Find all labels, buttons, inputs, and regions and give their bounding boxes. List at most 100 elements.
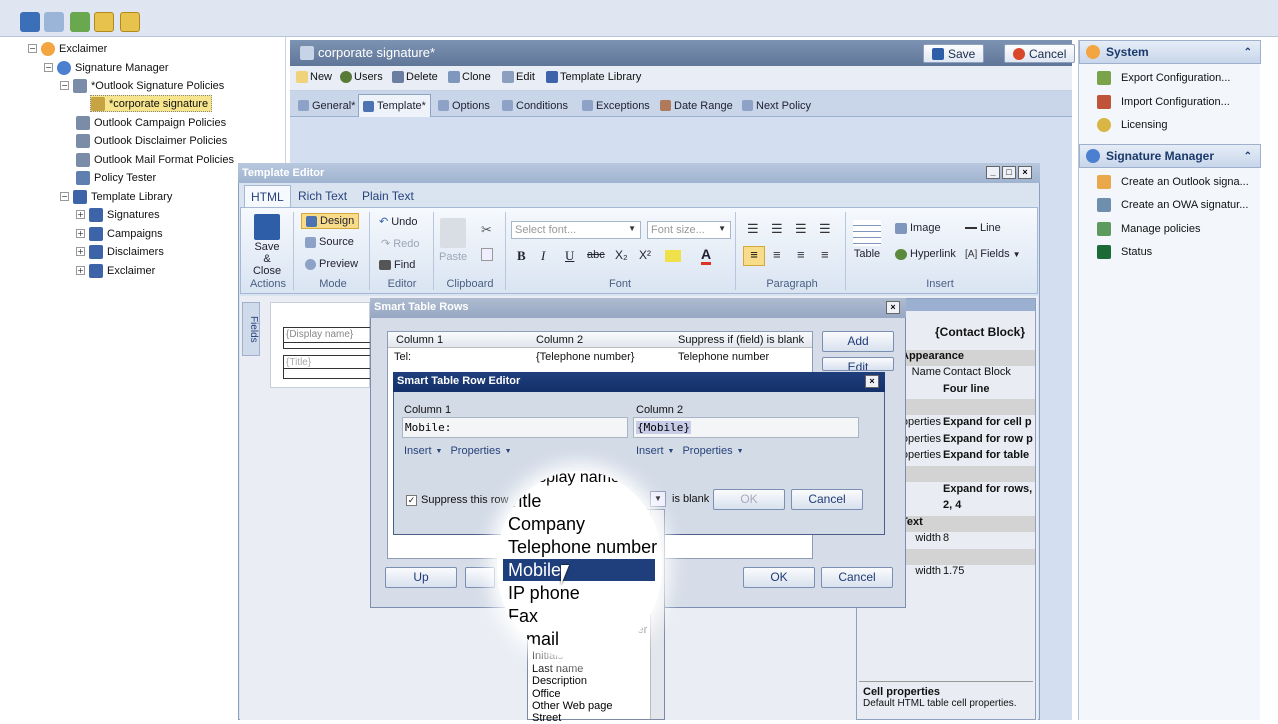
ok-button[interactable]: OK: [743, 567, 815, 588]
signature-manager-panel-header[interactable]: Signature Manager ⌃: [1079, 144, 1261, 168]
maximize-button[interactable]: □: [1002, 166, 1016, 179]
cancel-button[interactable]: Cancel: [791, 489, 863, 510]
tab-date-range[interactable]: Date Range: [656, 94, 737, 117]
decrease-indent-icon[interactable]: ☰: [795, 221, 807, 237]
column2-insert-menu[interactable]: Insert ▼ Properties ▼: [636, 445, 744, 457]
tab-general[interactable]: General*: [294, 94, 359, 117]
bullet-list-icon[interactable]: ☰: [771, 221, 783, 237]
save-close-button[interactable]: Save & Close: [251, 214, 283, 277]
delete-button[interactable]: Delete: [392, 71, 438, 83]
table-row[interactable]: Tel: {Telephone number} Telephone number: [388, 350, 812, 366]
tree-item-campaign-policies[interactable]: Outlook Campaign Policies: [76, 114, 226, 131]
template-library-button[interactable]: Template Library: [546, 71, 641, 83]
collapse-icon[interactable]: −: [28, 44, 37, 53]
tree-item-outlook-signature-policies[interactable]: − *Outlook Signature Policies: [60, 77, 224, 94]
tree-item-template-library[interactable]: − Template Library: [60, 188, 172, 205]
refresh-icon[interactable]: [70, 12, 90, 32]
tab-exceptions[interactable]: Exceptions: [578, 94, 654, 117]
users-button[interactable]: Users: [340, 71, 383, 83]
highlight-icon[interactable]: [665, 250, 681, 262]
align-center-icon[interactable]: ≡: [773, 247, 781, 262]
hyperlink-button[interactable]: Hyperlink: [895, 248, 956, 260]
list-item[interactable]: Telephone number: [508, 537, 657, 558]
tree-item-campaigns[interactable]: + Campaigns: [76, 225, 163, 242]
new-button[interactable]: New: [296, 71, 332, 83]
tree-item-policy-tester[interactable]: Policy Tester: [76, 169, 156, 186]
collapse-icon[interactable]: −: [60, 81, 69, 90]
list-item[interactable]: Last name: [532, 663, 583, 675]
tab-conditions[interactable]: Conditions: [498, 94, 572, 117]
create-outlook-signature-link[interactable]: Create an Outlook signa...: [1097, 172, 1249, 192]
ok-button[interactable]: OK: [713, 489, 785, 510]
justify-icon[interactable]: ≡: [821, 247, 829, 262]
minimize-button[interactable]: _: [986, 166, 1000, 179]
list-item[interactable]: IP phone: [508, 583, 580, 604]
list-item[interactable]: Other Web page: [532, 700, 613, 712]
align-left-icon[interactable]: ≡: [743, 246, 765, 266]
expand-icon[interactable]: +: [76, 210, 85, 219]
field-dropdown-button[interactable]: ▼: [650, 491, 666, 507]
status-link[interactable]: Status: [1097, 242, 1152, 262]
paste-button[interactable]: Paste: [439, 218, 467, 263]
fields-sidebar-tab[interactable]: Fields: [242, 302, 260, 356]
collapse-icon[interactable]: −: [44, 63, 53, 72]
superscript-button[interactable]: X²: [639, 248, 651, 262]
preview-button[interactable]: Preview: [305, 258, 358, 270]
underline-button[interactable]: U: [565, 248, 574, 264]
title-field[interactable]: {Title}: [283, 355, 371, 369]
list-item[interactable]: Description: [532, 675, 587, 687]
list-item[interactable]: E-mail: [508, 629, 559, 650]
template-canvas[interactable]: {Display name} {Title}: [270, 302, 371, 388]
list-item-mobile[interactable]: Mobile: [508, 560, 561, 581]
line-button[interactable]: Line: [965, 222, 1001, 234]
tree-item-signatures[interactable]: + Signatures: [76, 206, 160, 223]
expand-icon[interactable]: +: [76, 229, 85, 238]
tree-item-exclaimer[interactable]: − Exclaimer: [28, 40, 107, 57]
tab-options[interactable]: Options: [434, 94, 494, 117]
tree-item-mail-format-policies[interactable]: Outlook Mail Format Policies: [76, 151, 234, 168]
move-down-button[interactable]: [465, 567, 495, 588]
list-item[interactable]: Company: [508, 514, 585, 535]
cancel-button[interactable]: Cancel: [1004, 44, 1076, 63]
edit-button[interactable]: Edit: [502, 71, 535, 83]
save-button[interactable]: Save: [923, 44, 985, 63]
tab-html[interactable]: HTML: [244, 185, 291, 207]
close-button[interactable]: ×: [865, 375, 879, 388]
cut-icon[interactable]: ✂: [481, 222, 495, 237]
tree-item-exclaimer-templates[interactable]: + Exclaimer: [76, 262, 155, 279]
numbered-list-icon[interactable]: ☰: [747, 221, 759, 237]
move-up-button[interactable]: Up: [385, 567, 457, 588]
action-pane-icon[interactable]: [120, 12, 140, 32]
display-name-field[interactable]: {Display name}: [283, 327, 371, 343]
list-item[interactable]: Fax: [508, 606, 538, 627]
bold-button[interactable]: B: [517, 248, 526, 264]
tree-item-disclaimers[interactable]: + Disclaimers: [76, 243, 164, 260]
list-item[interactable]: Street: [532, 712, 561, 724]
export-configuration-link[interactable]: Export Configuration...: [1097, 68, 1230, 88]
fields-button[interactable]: [A] Fields ▼: [965, 248, 1021, 260]
strikethrough-button[interactable]: abc: [587, 249, 605, 261]
expand-icon[interactable]: +: [76, 247, 85, 256]
tab-rich-text[interactable]: Rich Text: [292, 185, 353, 207]
source-button[interactable]: Source: [305, 236, 354, 248]
find-button[interactable]: Find: [379, 259, 415, 271]
font-color-button[interactable]: A: [701, 246, 712, 265]
tree-item-corporate-signature[interactable]: *corporate signature: [90, 95, 213, 112]
checkbox-icon[interactable]: ✓: [406, 494, 417, 506]
back-icon[interactable]: [20, 12, 40, 32]
close-button[interactable]: ×: [886, 301, 900, 314]
tab-plain-text[interactable]: Plain Text: [356, 185, 420, 207]
console-tree-icon[interactable]: [94, 12, 114, 32]
close-button[interactable]: ×: [1018, 166, 1032, 179]
expand-icon[interactable]: +: [76, 266, 85, 275]
column2-input[interactable]: {Mobile}: [633, 417, 859, 438]
redo-button[interactable]: ↷ Redo: [381, 237, 420, 251]
collapse-chevron-icon[interactable]: ⌃: [1244, 151, 1252, 162]
tree-item-signature-manager[interactable]: − Signature Manager: [44, 59, 169, 76]
list-item[interactable]: Display name: [523, 471, 620, 487]
cancel-button[interactable]: Cancel: [821, 567, 893, 588]
column1-input[interactable]: Mobile:: [402, 417, 628, 438]
copy-icon[interactable]: [481, 248, 493, 261]
italic-button[interactable]: I: [541, 248, 545, 264]
tab-next-policy[interactable]: Next Policy: [738, 94, 815, 117]
